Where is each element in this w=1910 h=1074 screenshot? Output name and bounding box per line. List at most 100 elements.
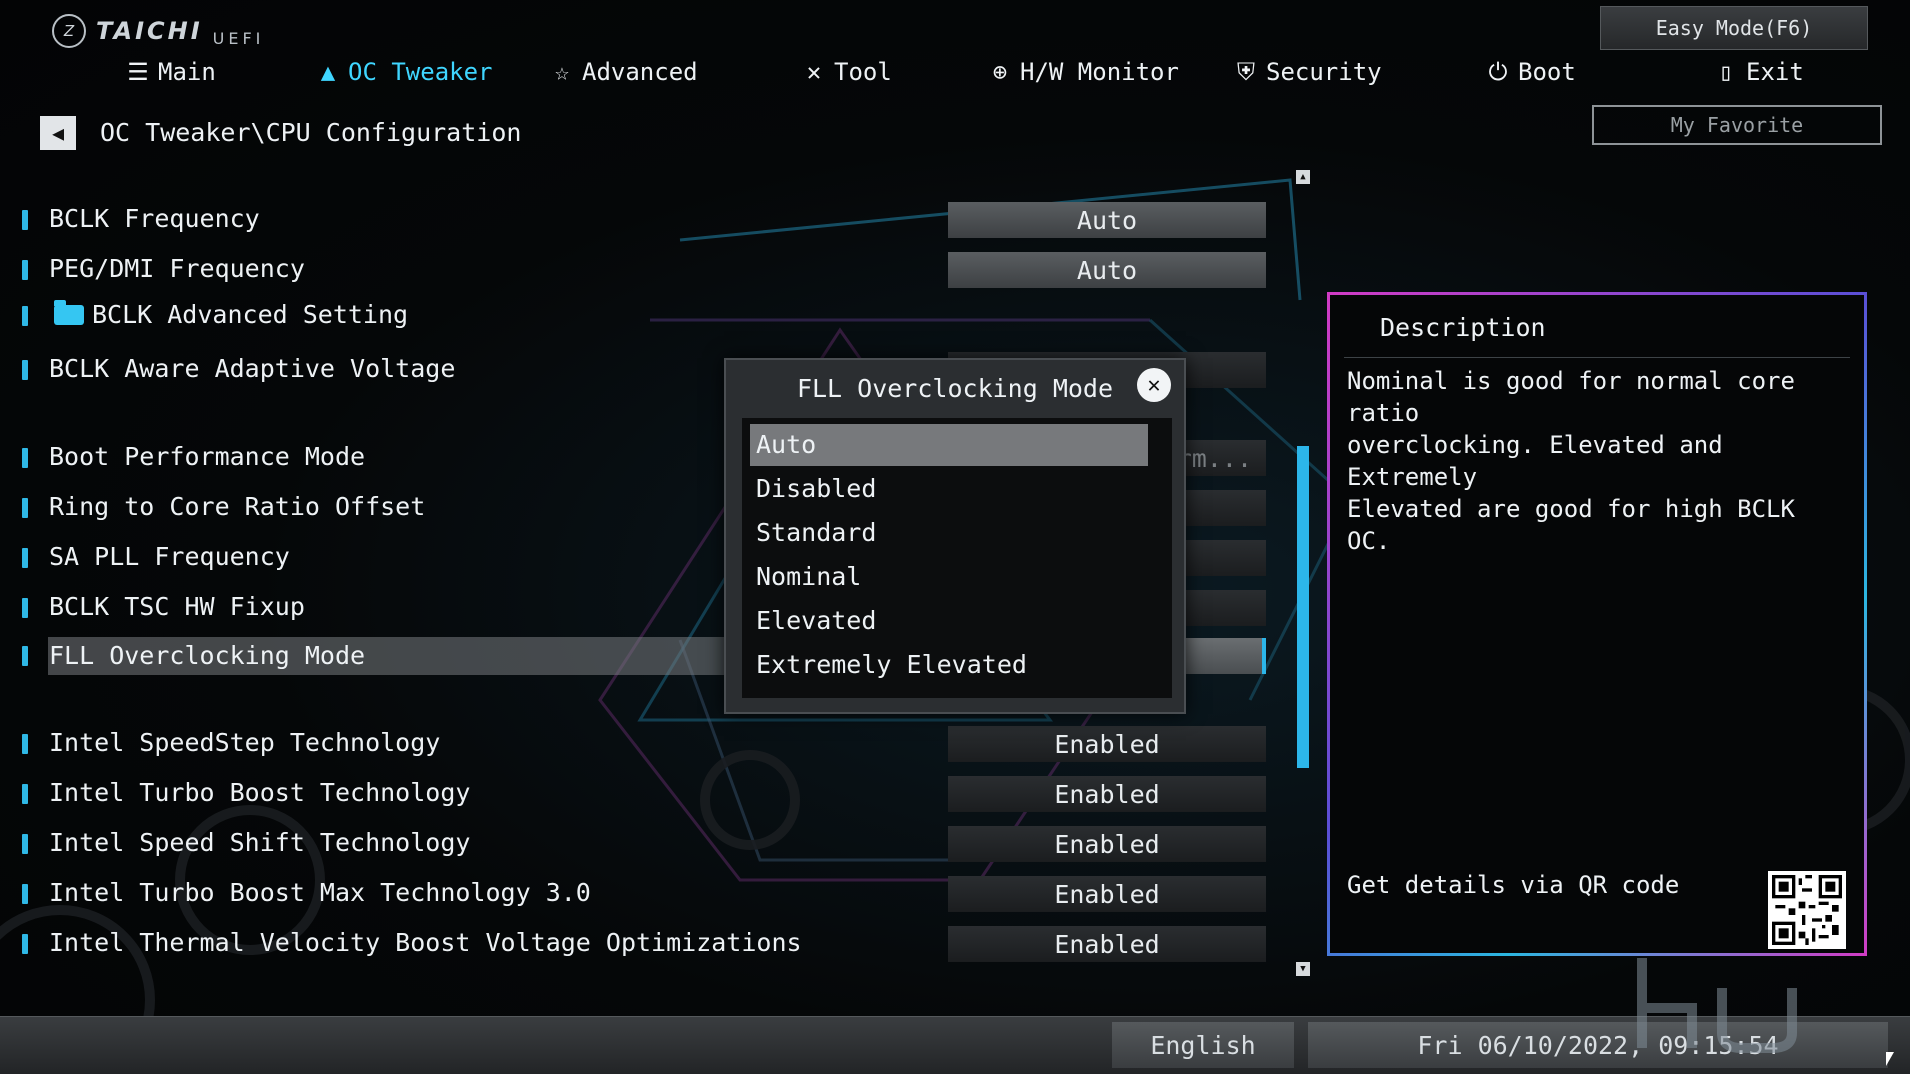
option-disabled[interactable]: Disabled [750, 468, 1148, 510]
crosshair-icon: ⊕ [992, 58, 1008, 86]
tab-advanced-label: Advanced [582, 58, 698, 86]
setting-value[interactable]: Auto [948, 252, 1266, 288]
breadcrumb: OC Tweaker\CPU Configuration [100, 118, 522, 147]
setting-value[interactable]: Enabled [948, 926, 1266, 962]
row-marker [22, 548, 28, 568]
language-button[interactable]: English [1112, 1022, 1294, 1068]
back-button[interactable]: ◀ [40, 116, 76, 150]
qr-code-icon [1768, 871, 1846, 949]
setting-label: Ring to Core Ratio Offset [49, 492, 426, 521]
setting-row[interactable]: BCLK Frequency Auto [20, 200, 1270, 240]
setting-value[interactable]: Enabled [948, 876, 1266, 912]
tab-boot[interactable]: ⏻ Boot [1484, 58, 1576, 86]
row-marker [22, 498, 28, 518]
description-divider [1344, 357, 1850, 358]
folder-label: BCLK Advanced Setting [92, 300, 409, 329]
main-nav: ☰ Main ▲ OC Tweaker ☆ Advanced ✕ Tool ⊕ … [0, 58, 1804, 94]
popup-title: FLL Overclocking Mode [796, 374, 1114, 403]
row-marker [22, 306, 28, 326]
tab-oc-tweaker-label: OC Tweaker [348, 58, 493, 86]
scroll-down-arrow-icon[interactable]: ▼ [1296, 962, 1310, 976]
power-icon: ⏻ [1488, 58, 1508, 86]
tab-main-label: Main [158, 58, 216, 86]
folder-icon [54, 300, 84, 325]
option-nominal[interactable]: Nominal [750, 556, 1148, 598]
setting-label: SA PLL Frequency [49, 542, 290, 571]
watermark-logo [1637, 958, 1797, 1053]
setting-label: BCLK Aware Adaptive Voltage [49, 354, 456, 383]
tab-security[interactable]: ⛨ Security [1232, 58, 1382, 86]
close-icon[interactable]: ✕ [1137, 368, 1171, 402]
exit-door-icon: ▯ [1718, 58, 1734, 86]
setting-label: Intel Turbo Boost Max Technology 3.0 [49, 878, 591, 907]
taichi-logo-icon: Z [52, 14, 86, 48]
tab-exit[interactable]: ▯ Exit [1712, 58, 1804, 86]
setting-label: BCLK Advanced Setting [54, 300, 408, 329]
star-icon: ☆ [554, 58, 570, 86]
row-marker [22, 448, 28, 468]
row-marker [22, 784, 28, 804]
row-marker [22, 734, 28, 754]
bios-screen: Z TAICHI UEFI ☰ Main ▲ OC Tweaker ☆ Adva… [0, 0, 1910, 1074]
fll-mode-popup: FLL Overclocking Mode ✕ Auto Disabled St… [724, 358, 1186, 714]
setting-label: Intel SpeedStep Technology [49, 728, 441, 757]
setting-row[interactable]: Intel Speed Shift Technology Enabled [20, 824, 1270, 864]
tab-hw-monitor-label: H/W Monitor [1020, 58, 1179, 86]
row-marker [22, 884, 28, 904]
setting-label: BCLK TSC HW Fixup [49, 592, 305, 621]
row-marker [22, 260, 28, 280]
setting-value[interactable]: Auto [948, 202, 1266, 238]
list-icon: ☰ [127, 58, 149, 86]
qr-label: Get details via QR code [1347, 871, 1680, 899]
option-extremely-elevated[interactable]: Extremely Elevated [750, 644, 1148, 686]
wrench-icon: ✕ [806, 58, 822, 86]
row-marker [22, 934, 28, 954]
setting-label: Boot Performance Mode [49, 442, 366, 471]
my-favorite-button[interactable]: My Favorite [1592, 105, 1882, 145]
row-marker [22, 360, 28, 380]
easy-mode-button[interactable]: Easy Mode(F6) [1600, 6, 1868, 50]
row-marker [22, 646, 28, 666]
tab-exit-label: Exit [1746, 58, 1804, 86]
tab-main[interactable]: ☰ Main [124, 58, 216, 86]
setting-row[interactable]: Intel Turbo Boost Max Technology 3.0 Ena… [20, 874, 1270, 914]
rocket-icon: ▲ [320, 58, 336, 86]
tab-boot-label: Boot [1518, 58, 1576, 86]
row-marker [22, 598, 28, 618]
setting-value[interactable]: Enabled [948, 826, 1266, 862]
description-text: Nominal is good for normal core ratio ov… [1347, 367, 1795, 555]
taichi-logo: Z TAICHI UEFI [52, 14, 264, 48]
scrollbar-thumb[interactable] [1297, 446, 1309, 768]
setting-label: FLL Overclocking Mode [48, 637, 739, 675]
tab-hw-monitor[interactable]: ⊕ H/W Monitor [986, 58, 1179, 86]
setting-value[interactable]: Enabled [948, 726, 1266, 762]
back-arrow-icon: ◀ [51, 121, 65, 145]
setting-value[interactable]: Enabled [948, 776, 1266, 812]
brand-name: TAICHI [96, 17, 203, 45]
setting-label: BCLK Frequency [49, 204, 260, 233]
tab-advanced[interactable]: ☆ Advanced [548, 58, 698, 86]
option-auto[interactable]: Auto [750, 424, 1148, 466]
mouse-cursor-icon [1886, 1052, 1894, 1066]
popup-options-list: Auto Disabled Standard Nominal Elevated … [742, 418, 1172, 698]
option-standard[interactable]: Standard [750, 512, 1148, 554]
setting-row[interactable]: Intel Turbo Boost Technology Enabled [20, 774, 1270, 814]
setting-label: PEG/DMI Frequency [49, 254, 305, 283]
setting-label: Intel Speed Shift Technology [49, 828, 471, 857]
tab-tool-label: Tool [834, 58, 892, 86]
setting-row[interactable]: PEG/DMI Frequency Auto [20, 250, 1270, 290]
row-marker [22, 210, 28, 230]
shield-icon: ⛨ [1237, 58, 1255, 86]
option-elevated[interactable]: Elevated [750, 600, 1148, 642]
setting-row[interactable]: Intel Thermal Velocity Boost Voltage Opt… [20, 924, 1270, 964]
tab-tool[interactable]: ✕ Tool [800, 58, 892, 86]
description-title: Description [1380, 313, 1546, 342]
tab-oc-tweaker[interactable]: ▲ OC Tweaker [314, 58, 493, 86]
uefi-label: UEFI [212, 28, 265, 48]
setting-row-folder[interactable]: BCLK Advanced Setting [20, 296, 1270, 336]
tab-security-label: Security [1266, 58, 1382, 86]
setting-row[interactable]: Intel SpeedStep Technology Enabled [20, 724, 1270, 764]
scroll-up-arrow-icon[interactable]: ▲ [1296, 170, 1310, 184]
row-marker [22, 834, 28, 854]
description-panel: Description Nominal is good for normal c… [1327, 292, 1867, 956]
